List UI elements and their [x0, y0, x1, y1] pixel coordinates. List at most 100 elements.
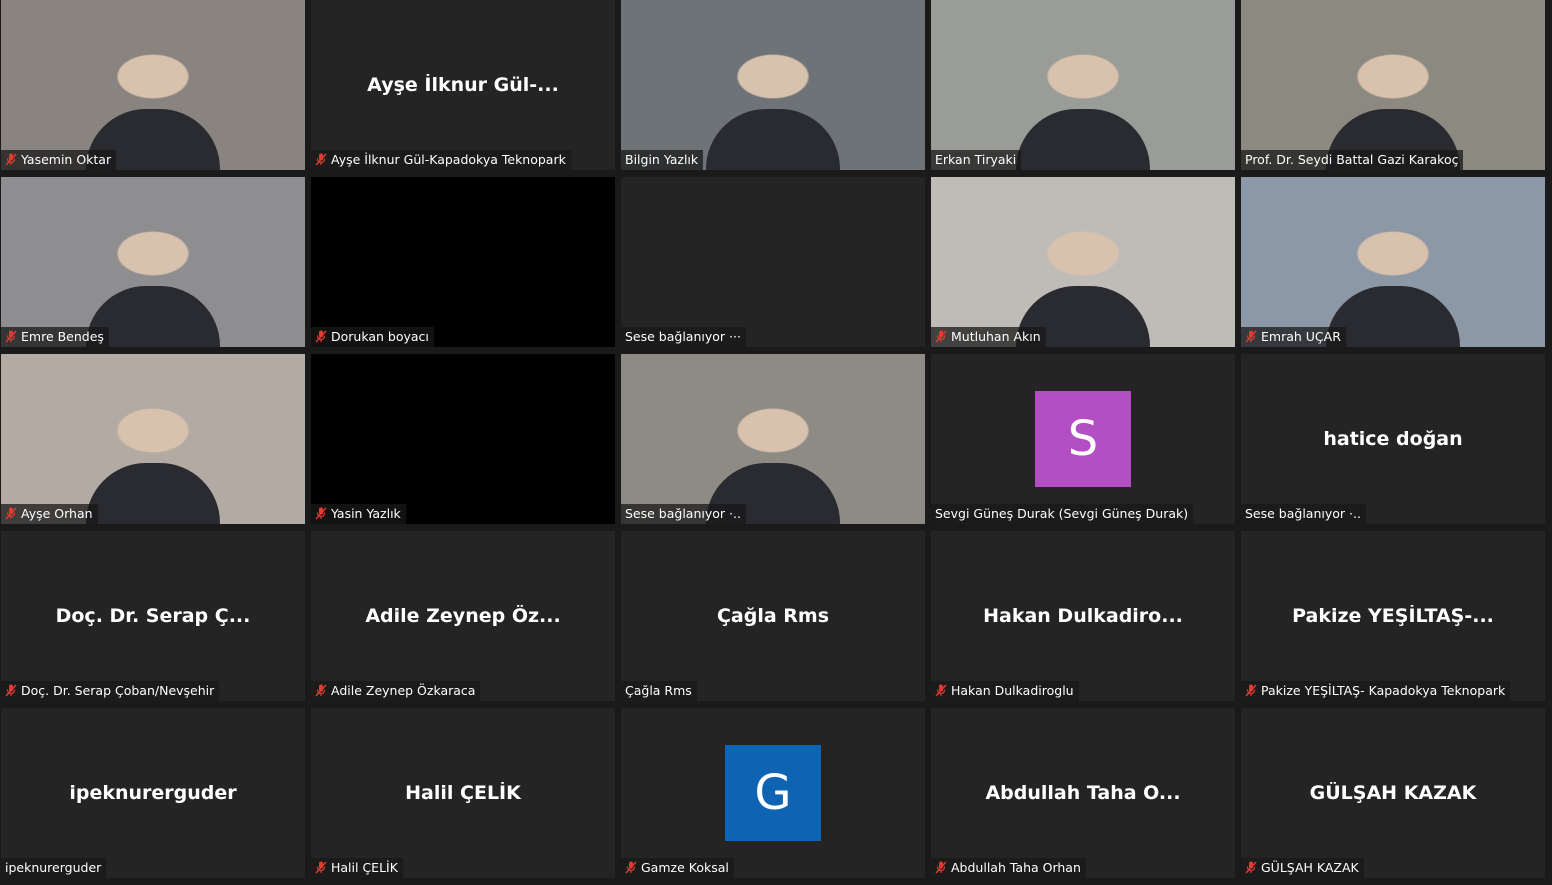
participant-tile[interactable]: Sese bağlanıyor ·..: [621, 354, 925, 524]
participant-display-name: ipeknurerguder: [69, 782, 237, 804]
participant-name-label: Halil ÇELİK: [311, 858, 403, 878]
participant-tile[interactable]: hatice doğan Sese bağlanıyor ·..: [1241, 354, 1545, 524]
participant-name-label: Adile Zeynep Özkaraca: [311, 681, 481, 701]
participant-display-name: Adile Zeynep Öz...: [365, 605, 561, 627]
participant-video: [1, 354, 305, 524]
mic-muted-icon: [315, 507, 327, 520]
participant-tile[interactable]: Adile Zeynep Öz... Adile Zeynep Özkaraca: [311, 531, 615, 701]
participant-name-label: Erkan Tiryaki: [931, 150, 1022, 170]
participant-tile[interactable]: Mutluhan Akın: [931, 177, 1235, 347]
participant-tile[interactable]: S Sevgi Güneş Durak (Sevgi Güneş Durak): [931, 354, 1235, 524]
mic-muted-icon: [5, 153, 17, 166]
participant-name: Yasin Yazlık: [331, 506, 401, 521]
participant-name: Bilgin Yazlık: [625, 152, 699, 167]
participant-display-name: hatice doğan: [1323, 428, 1463, 450]
participant-silhouette: [86, 462, 220, 524]
participant-name-label: Gamze Koksal: [621, 858, 734, 878]
mic-muted-icon: [935, 330, 947, 343]
participant-tile[interactable]: Abdullah Taha O... Abdullah Taha Orhan: [931, 708, 1235, 878]
participant-video: [931, 0, 1235, 170]
participant-name: Adile Zeynep Özkaraca: [331, 683, 476, 698]
participant-video: [931, 177, 1235, 347]
participant-name: Sese bağlanıyor ···: [625, 329, 741, 344]
participant-tile[interactable]: Erkan Tiryaki: [931, 0, 1235, 170]
participant-display-name: GÜLŞAH KAZAK: [1309, 782, 1477, 804]
participant-video: [1241, 177, 1545, 347]
participant-name-label: Emre Bendeş: [1, 327, 109, 347]
participant-tile[interactable]: Ayşe Orhan: [1, 354, 305, 524]
participant-name: Prof. Dr. Seydi Battal Gazi Karakoç: [1245, 152, 1459, 167]
participant-tile[interactable]: Emre Bendeş: [1, 177, 305, 347]
participant-name: Emrah UÇAR: [1261, 329, 1341, 344]
mic-muted-icon: [1245, 861, 1257, 874]
participant-name: Dorukan boyacı: [331, 329, 429, 344]
mic-muted-icon: [315, 330, 327, 343]
mic-muted-icon: [315, 684, 327, 697]
participant-name-label: Ayşe Orhan: [1, 504, 98, 524]
participant-tile[interactable]: Pakize YEŞİLTAŞ-... Pakize YEŞİLTAŞ- Kapa…: [1241, 531, 1545, 701]
participant-tile[interactable]: Prof. Dr. Seydi Battal Gazi Karakoç: [1241, 0, 1545, 170]
participant-tile[interactable]: Ayşe İlknur Gül-... Ayşe İlknur Gül-Kapad…: [311, 0, 615, 170]
participant-name: Yasemin Oktar: [21, 152, 112, 167]
participant-name: Abdullah Taha Orhan: [951, 860, 1081, 875]
participant-name: Erkan Tiryaki: [935, 152, 1017, 167]
mic-muted-icon: [1245, 330, 1257, 343]
participant-name-label: Mutluhan Akın: [931, 327, 1046, 347]
participant-tile[interactable]: Emrah UÇAR: [1241, 177, 1545, 347]
participant-tile[interactable]: Bilgin Yazlık: [621, 0, 925, 170]
participant-tile[interactable]: Halil ÇELİK Halil ÇELİK: [311, 708, 615, 878]
participant-tile[interactable]: Yasemin Oktar: [1, 0, 305, 170]
participant-display-name: Halil ÇELİK: [405, 782, 521, 804]
participant-name: Hakan Dulkadiroglu: [951, 683, 1074, 698]
participant-tile[interactable]: Hakan Dulkadiro... Hakan Dulkadiroglu: [931, 531, 1235, 701]
participant-name: Sevgi Güneş Durak (Sevgi Güneş Durak): [935, 506, 1189, 521]
participant-tile[interactable]: Çağla Rms Çağla Rms: [621, 531, 925, 701]
participant-name: Ayşe Orhan: [21, 506, 93, 521]
participant-name-label: Prof. Dr. Seydi Battal Gazi Karakoç: [1241, 150, 1464, 170]
participant-tile[interactable]: Dorukan boyacı: [311, 177, 615, 347]
video-gallery: Yasemin Oktar Ayşe İlknur Gül-... Ayşe İlk…: [0, 0, 1552, 885]
participant-video: [1241, 0, 1545, 170]
mic-muted-icon: [625, 861, 637, 874]
participant-name-label: Sevgi Güneş Durak (Sevgi Güneş Durak): [931, 504, 1194, 524]
participant-display-name: Ayşe İlknur Gül-...: [367, 74, 559, 96]
participant-tile[interactable]: GÜLŞAH KAZAK GÜLŞAH KAZAK: [1241, 708, 1545, 878]
mic-muted-icon: [315, 153, 327, 166]
mic-muted-icon: [935, 684, 947, 697]
participant-display-name: Doç. Dr. Serap Ç...: [55, 605, 251, 627]
participant-name-label: Bilgin Yazlık: [621, 150, 704, 170]
participant-tile[interactable]: Sese bağlanıyor ···: [621, 177, 925, 347]
participant-video: [1, 177, 305, 347]
participant-name-label: Abdullah Taha Orhan: [931, 858, 1086, 878]
participant-name: ipeknurerguder: [5, 860, 102, 875]
participant-name-label: Sese bağlanıyor ·..: [1241, 504, 1366, 524]
participant-video: [621, 0, 925, 170]
participant-display-name: Abdullah Taha O...: [985, 782, 1181, 804]
participant-display-name: Hakan Dulkadiro...: [983, 605, 1183, 627]
participant-name-label: Hakan Dulkadiroglu: [931, 681, 1079, 701]
participant-name-label: Emrah UÇAR: [1241, 327, 1346, 347]
participant-avatar: G: [725, 745, 821, 841]
participant-name-label: Doç. Dr. Serap Çoban/Nevşehir: [1, 681, 220, 701]
participant-tile[interactable]: ipeknurerguder ipeknurerguder: [1, 708, 305, 878]
participant-name-label: Dorukan boyacı: [311, 327, 434, 347]
participant-name: Emre Bendeş: [21, 329, 104, 344]
participant-name: Doç. Dr. Serap Çoban/Nevşehir: [21, 683, 215, 698]
participant-video: [621, 354, 925, 524]
participant-name-label: Ayşe İlknur Gül-Kapadokya Teknopark: [311, 150, 571, 170]
mic-muted-icon: [1245, 684, 1257, 697]
participant-name: GÜLŞAH KAZAK: [1261, 860, 1359, 875]
participant-tile[interactable]: G Gamze Koksal: [621, 708, 925, 878]
participant-display-name: Çağla Rms: [716, 605, 830, 627]
participant-name: Sese bağlanıyor ·..: [625, 506, 741, 521]
participant-avatar: S: [1035, 391, 1131, 487]
participant-name: Halil ÇELİK: [331, 860, 398, 875]
participant-silhouette: [706, 108, 840, 170]
participant-name: Pakize YEŞİLTAŞ- Kapadokya Teknopark: [1261, 683, 1506, 698]
participant-name: Mutluhan Akın: [951, 329, 1041, 344]
participant-name: Sese bağlanıyor ·..: [1245, 506, 1361, 521]
participant-tile[interactable]: Yasin Yazlık: [311, 354, 615, 524]
mic-muted-icon: [935, 861, 947, 874]
participant-name-label: Yasemin Oktar: [1, 150, 117, 170]
participant-tile[interactable]: Doç. Dr. Serap Ç... Doç. Dr. Serap Çoban/…: [1, 531, 305, 701]
